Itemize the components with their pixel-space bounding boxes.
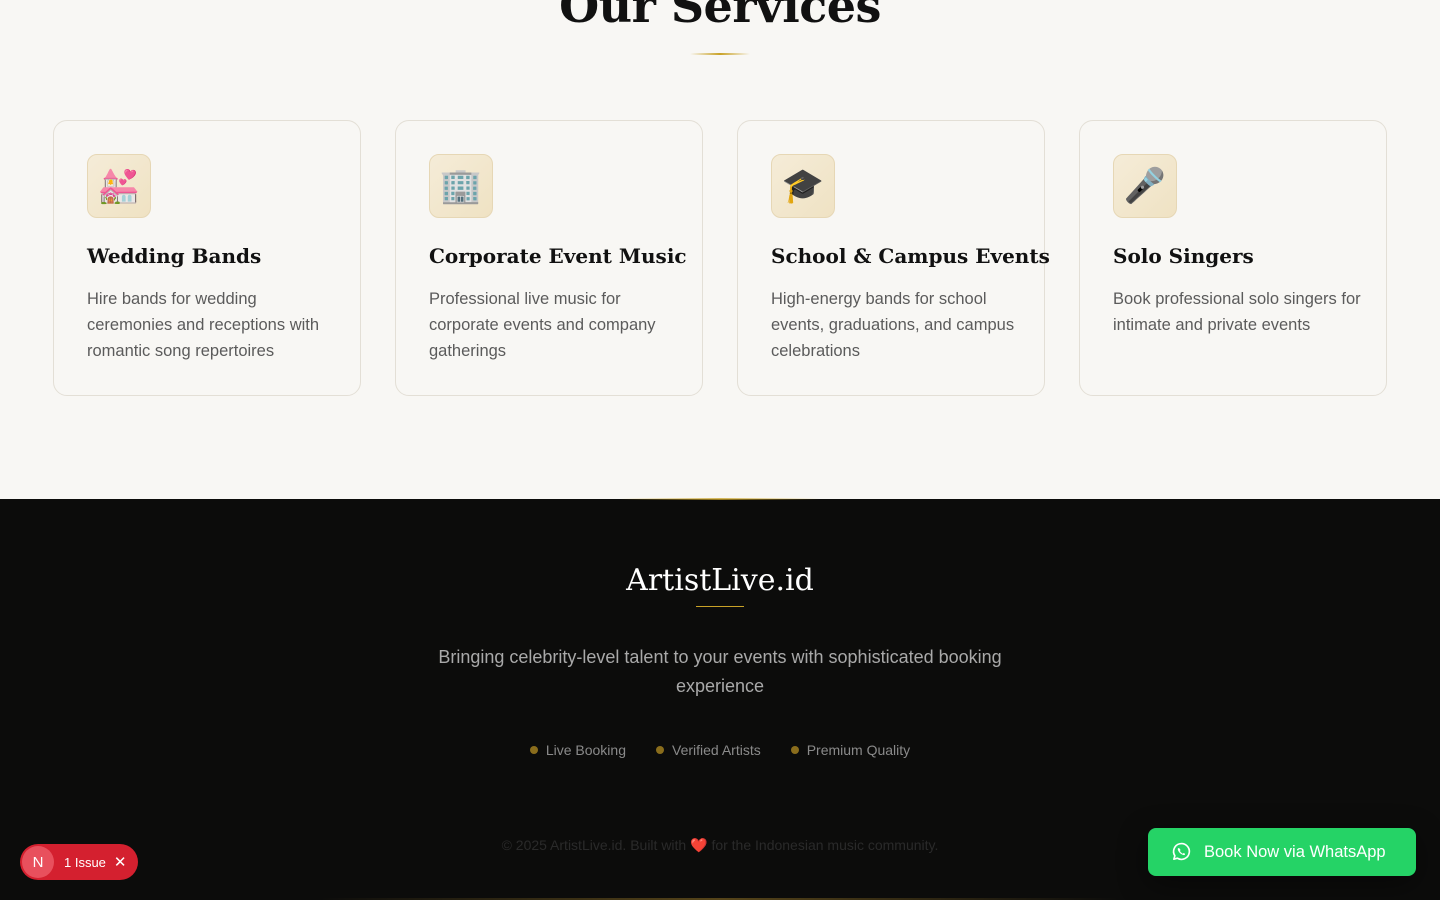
service-card-title: Corporate Event Music bbox=[429, 244, 687, 268]
bullet-dot-icon bbox=[529, 746, 538, 754]
copyright-suffix: for the Indonesian music community. bbox=[711, 837, 939, 853]
bullet-dot-icon bbox=[656, 746, 664, 754]
feature-list: Live Booking Verified Artists Premium Qu… bbox=[0, 739, 1440, 761]
copyright-prefix: © 2025 ArtistLive.id. Built with bbox=[501, 837, 687, 853]
service-card-description: High-energy bands for school events, gra… bbox=[771, 290, 1015, 360]
feature-label: Live Booking bbox=[545, 742, 626, 758]
service-card-description: Professional live music for corporate ev… bbox=[429, 290, 656, 360]
issues-count-label[interactable]: 1 Issue bbox=[64, 855, 106, 870]
title-underline bbox=[690, 53, 750, 55]
footer-tagline: Bringing celebrity-level talent to your … bbox=[438, 647, 1002, 696]
close-icon[interactable]: ✕ bbox=[114, 855, 127, 870]
issues-badge[interactable]: N 1 Issue ✕ bbox=[20, 844, 138, 880]
feature-item: Premium Quality bbox=[790, 739, 911, 761]
office-building-icon: 🏢 bbox=[429, 154, 493, 218]
service-card-title: Wedding Bands bbox=[87, 244, 262, 268]
feature-label: Verified Artists bbox=[672, 742, 761, 758]
footer-brand[interactable]: ArtistLive.id bbox=[0, 559, 1440, 603]
feature-item: Verified Artists bbox=[656, 739, 761, 761]
graduation-cap-icon: 🎓 bbox=[771, 154, 835, 218]
service-card-title: Solo Singers bbox=[1113, 244, 1254, 268]
brand-underline bbox=[696, 606, 744, 607]
whatsapp-button-label[interactable]: Book Now via WhatsApp bbox=[1204, 843, 1386, 862]
microphone-icon: 🎤 bbox=[1113, 154, 1177, 218]
bullet-dot-icon bbox=[790, 746, 799, 754]
service-card-description: Hire bands for wedding ceremonies and re… bbox=[87, 290, 320, 360]
services-title: Our Services bbox=[559, 0, 881, 33]
feature-item: Live Booking bbox=[529, 739, 626, 761]
service-card-title: School & Campus Events bbox=[771, 244, 1050, 268]
services-section: Our Services 💒 Wedding Bands Hire bands … bbox=[0, 0, 1440, 499]
footer-top-glow bbox=[620, 498, 820, 500]
heart-icon: ❤️ bbox=[690, 837, 708, 853]
wedding-chapel-icon: 💒 bbox=[87, 154, 151, 218]
service-card-description: Book professional solo singers for intim… bbox=[1113, 290, 1361, 334]
feature-label: Premium Quality bbox=[806, 742, 911, 758]
service-card-solo[interactable]: 🎤 Solo Singers Book professional solo si… bbox=[1079, 120, 1387, 396]
service-card-corporate[interactable]: 🏢 Corporate Event Music Professional liv… bbox=[395, 120, 703, 396]
service-card-wedding[interactable]: 💒 Wedding Bands Hire bands for wedding c… bbox=[53, 120, 361, 396]
whatsapp-book-button[interactable]: Book Now via WhatsApp bbox=[1148, 828, 1416, 876]
whatsapp-icon bbox=[1172, 842, 1191, 861]
service-card-school[interactable]: 🎓 School & Campus Events High-energy ban… bbox=[737, 120, 1050, 396]
n-logo-icon[interactable]: N bbox=[22, 846, 54, 878]
